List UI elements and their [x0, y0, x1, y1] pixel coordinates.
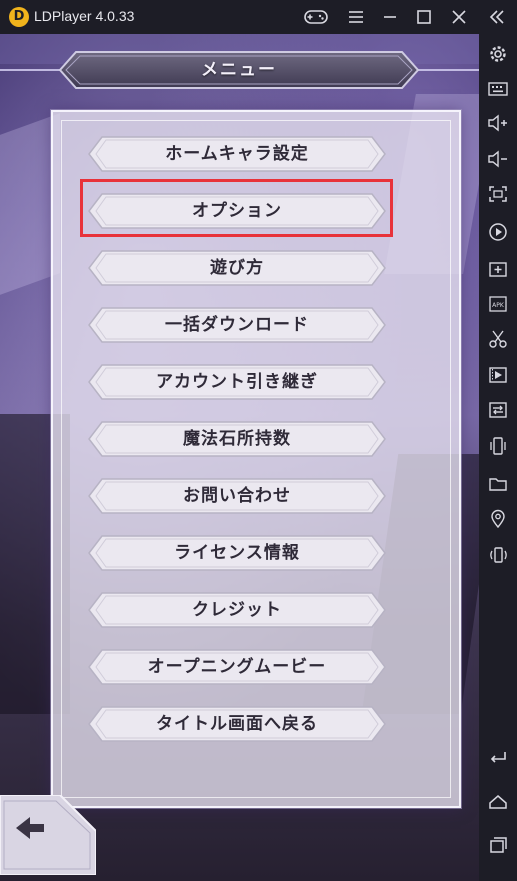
volume-up-icon[interactable] — [484, 110, 512, 136]
header-line-right — [418, 69, 479, 71]
collapse-icon[interactable] — [484, 5, 510, 29]
menu-item-label: 遊び方 — [210, 258, 264, 278]
keyboard-icon[interactable] — [484, 76, 512, 102]
add-app-icon[interactable] — [484, 256, 512, 282]
menu-item-magic-stones[interactable]: 魔法石所持数 — [88, 421, 386, 457]
menu-item-label: オープニングムービー — [147, 657, 327, 677]
menu-item-license[interactable]: ライセンス情報 — [88, 535, 386, 571]
menu-item-credits[interactable]: クレジット — [88, 592, 386, 628]
maximize-icon[interactable] — [411, 5, 437, 29]
emulator-sidebar: APK — [479, 34, 517, 881]
menu-title: メニュー — [201, 60, 277, 80]
home-icon[interactable] — [484, 789, 512, 815]
menu-item-label: 一括ダウンロード — [165, 315, 309, 335]
window-titlebar: D LDPlayer 4.0.33 — [0, 0, 517, 34]
location-icon[interactable] — [484, 506, 512, 532]
menu-item-label: ホームキャラ設定 — [165, 144, 309, 164]
menu-item-label: アカウント引き継ぎ — [156, 372, 318, 392]
app-title: LDPlayer 4.0.33 — [34, 8, 135, 24]
menu-item-options[interactable]: オプション — [88, 193, 386, 229]
sync-icon[interactable] — [484, 397, 512, 423]
menu-item-home-character[interactable]: ホームキャラ設定 — [88, 136, 386, 172]
menu-item-label: オプション — [192, 201, 282, 221]
back-button[interactable] — [0, 794, 97, 876]
close-icon[interactable] — [446, 5, 472, 29]
record-icon[interactable] — [484, 219, 512, 245]
menu-item-account-transfer[interactable]: アカウント引き継ぎ — [88, 364, 386, 400]
menu-item-opening-movie[interactable]: オープニングムービー — [88, 649, 386, 685]
ldplayer-logo-icon: D — [9, 7, 29, 27]
video-icon[interactable] — [484, 362, 512, 388]
apk-icon[interactable]: APK — [484, 291, 512, 317]
recent-apps-icon[interactable] — [484, 832, 512, 858]
shake-icon[interactable] — [484, 433, 512, 459]
menu-item-contact[interactable]: お問い合わせ — [88, 478, 386, 514]
header-line-left — [0, 69, 60, 71]
menu-item-bulk-download[interactable]: 一括ダウンロード — [88, 307, 386, 343]
apk-label: APK — [492, 302, 505, 309]
menu-item-label: ライセンス情報 — [174, 543, 300, 563]
menu-item-how-to-play[interactable]: 遊び方 — [88, 250, 386, 286]
menu-item-label: お問い合わせ — [183, 486, 291, 506]
menu-icon[interactable] — [343, 5, 369, 29]
scissors-icon[interactable] — [484, 326, 512, 352]
screenshot-icon[interactable] — [484, 181, 512, 207]
menu-item-return-to-title[interactable]: タイトル画面へ戻る — [88, 706, 386, 742]
menu-header: メニュー — [58, 50, 420, 90]
menu-item-label: クレジット — [192, 600, 282, 620]
folder-icon[interactable] — [484, 471, 512, 497]
game-screen: メニュー ホームキャラ設定 オプション 遊び方 一括ダウンロード アカウント引き… — [0, 34, 479, 881]
minimize-icon[interactable] — [377, 5, 403, 29]
menu-item-label: タイトル画面へ戻る — [156, 714, 318, 734]
gamepad-icon[interactable] — [303, 5, 329, 29]
volume-down-icon[interactable] — [484, 146, 512, 172]
menu-item-label: 魔法石所持数 — [183, 429, 291, 449]
settings-icon[interactable] — [484, 41, 512, 67]
rotate-icon[interactable] — [484, 542, 512, 568]
back-icon[interactable] — [484, 744, 512, 770]
